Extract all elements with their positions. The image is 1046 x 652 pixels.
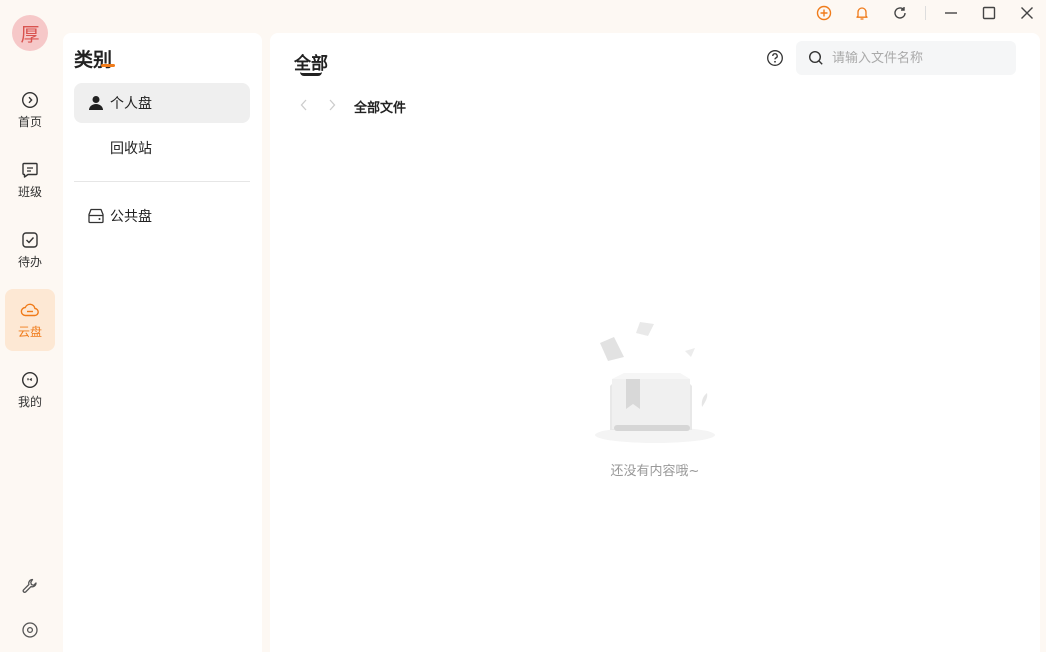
category-item-personal[interactable]: 个人盘 [74,83,250,123]
minimize-icon [945,12,957,14]
rail-item-label: 我的 [17,394,42,409]
settings-icon [22,622,38,638]
avatar[interactable]: 厚 [12,15,48,51]
category-panel: 类别 个人盘 回收站 公共盘 [63,33,262,652]
category-item-label: 公共盘 [110,209,152,225]
search-input[interactable] [832,50,1002,66]
tools-button[interactable] [18,574,42,598]
settings-button[interactable] [18,618,42,642]
rail-item-label: 待办 [17,254,42,269]
rail-item-label: 班级 [17,184,42,199]
rail-item-mine[interactable]: 我的 [5,359,55,421]
rail-item-class[interactable]: 班级 [5,149,55,211]
category-item-recycle-bin[interactable]: 回收站 [74,128,250,168]
empty-state-text: 还没有内容哦~ [610,464,700,479]
person-icon [86,93,106,113]
window-controls [805,0,1046,26]
breadcrumb[interactable]: 全部文件 [354,97,406,116]
rail-item-cloud[interactable]: 云盘 [5,289,55,351]
forward-button[interactable] [324,97,340,113]
category-item-label: 个人盘 [110,96,152,112]
cloud-icon [20,303,39,316]
minimize-button[interactable] [932,0,970,26]
back-button[interactable] [296,97,312,113]
category-title-accent [101,64,115,67]
chevron-left-icon [300,99,307,111]
rail-item-home[interactable]: 首页 [5,79,55,141]
left-rail: 厚 首页 班级 待办 云盘 我的 [0,0,60,652]
todo-check-icon [22,231,38,248]
bell-icon [856,7,868,20]
close-icon [1021,7,1033,19]
maximize-icon [982,6,996,20]
chevron-right-icon [329,99,336,111]
help-icon [767,50,783,66]
add-icon [816,5,832,21]
rail-item-label: 首页 [17,114,42,129]
tab-all[interactable]: 全部 [294,49,328,74]
rail-item-todo[interactable]: 待办 [5,219,55,281]
refresh-icon [894,7,906,19]
face-icon [21,371,39,388]
help-button[interactable] [766,49,784,67]
category-item-public[interactable]: 公共盘 [74,196,250,236]
titlebar-divider [925,6,926,20]
notification-button[interactable] [843,0,881,26]
category-item-label: 回收站 [110,141,152,157]
wrench-icon [22,578,37,593]
add-button[interactable] [805,0,843,26]
chat-icon [22,162,38,178]
home-icon [21,91,39,108]
maximize-button[interactable] [970,0,1008,26]
rail-item-label: 云盘 [17,324,42,339]
main-panel: 全部 全部文件 还没有内容哦~ [270,33,1040,652]
drive-icon [86,206,106,226]
refresh-button[interactable] [881,0,919,26]
search-icon [808,50,824,66]
tab-active-indicator [300,72,322,76]
category-divider [74,181,250,182]
empty-box-illustration [595,322,715,443]
search-box [796,41,1016,75]
close-button[interactable] [1008,0,1046,26]
category-title: 类别 [74,49,113,71]
